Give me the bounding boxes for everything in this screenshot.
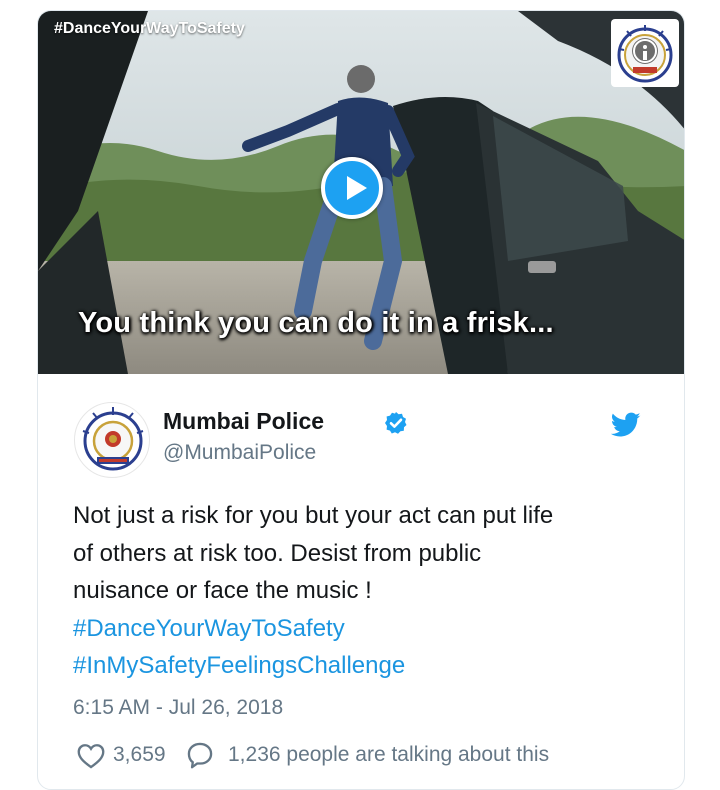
- tweet-timestamp[interactable]: 6:15 AM - Jul 26, 2018: [73, 696, 283, 720]
- like-count[interactable]: 3,659: [113, 743, 166, 767]
- mumbai-police-emblem-icon: [82, 407, 144, 471]
- avatar[interactable]: [74, 402, 150, 478]
- video-thumbnail[interactable]: #DanceYourWayToSafety You think you can …: [38, 11, 684, 374]
- video-logo-badge: [611, 19, 679, 87]
- tweet-text-line: of others at risk too. Desist from publi…: [73, 539, 482, 567]
- hashtag-link[interactable]: #DanceYourWayToSafety: [73, 610, 663, 648]
- play-icon: [347, 176, 367, 200]
- reply-bubble-icon[interactable]: [186, 741, 214, 769]
- twitter-bird-icon[interactable]: [611, 412, 641, 438]
- hashtag-link[interactable]: #InMySafetyFeelingsChallenge: [73, 647, 663, 685]
- display-name[interactable]: Mumbai Police: [163, 408, 324, 435]
- verified-badge-icon: [385, 412, 407, 434]
- user-handle[interactable]: @MumbaiPolice: [163, 441, 316, 465]
- tweet-text-line: nuisance or face the music !: [73, 577, 372, 604]
- heart-icon[interactable]: [77, 743, 105, 769]
- tweet-header: Mumbai Police @MumbaiPolice: [38, 374, 684, 478]
- tweet-text-line: Not just a risk for you but your act can…: [73, 502, 554, 529]
- video-subtitle: You think you can do it in a frisk...: [78, 307, 554, 339]
- info-icon[interactable]: [633, 39, 657, 63]
- tweet-body: Not just a risk for you but your act can…: [73, 497, 663, 685]
- talking-about-link[interactable]: 1,236 people are talking about this: [228, 743, 549, 767]
- tweet-actions: 3,659 1,236 people are talking about thi…: [73, 739, 673, 773]
- play-button[interactable]: [321, 157, 383, 219]
- video-hashtag-overlay: #DanceYourWayToSafety: [54, 20, 245, 37]
